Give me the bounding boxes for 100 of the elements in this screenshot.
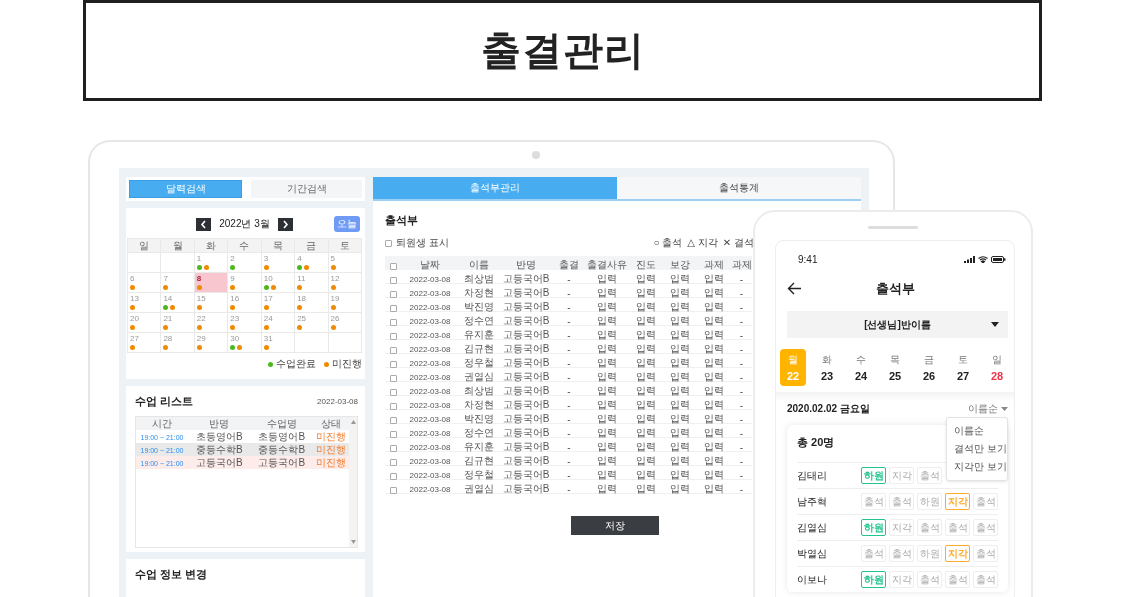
table-cell[interactable]: 입력: [629, 356, 663, 370]
table-cell[interactable]: 입력: [585, 286, 629, 300]
row-checkbox[interactable]: [389, 361, 397, 368]
weekday-button[interactable]: 수 24: [848, 349, 874, 386]
table-cell[interactable]: 입력: [629, 314, 663, 328]
menu-item[interactable]: 결석만 보기: [947, 440, 1007, 458]
table-cell[interactable]: 입력: [663, 328, 697, 342]
table-cell[interactable]: 입력: [697, 286, 731, 300]
row-checkbox[interactable]: [389, 319, 397, 326]
table-cell[interactable]: 입력: [585, 272, 629, 286]
row-checkbox[interactable]: [389, 347, 397, 354]
weekday-button[interactable]: 토 27: [950, 349, 976, 386]
table-cell[interactable]: 입력: [663, 440, 697, 454]
table-cell[interactable]: 입력: [585, 454, 629, 468]
table-cell[interactable]: 입력: [697, 384, 731, 398]
table-cell[interactable]: 입력: [663, 356, 697, 370]
table-cell[interactable]: 입력: [697, 314, 731, 328]
table-cell[interactable]: 입력: [663, 370, 697, 384]
table-cell[interactable]: 입력: [663, 412, 697, 426]
table-cell[interactable]: 입력: [585, 314, 629, 328]
table-cell[interactable]: 입력: [585, 468, 629, 482]
menu-item[interactable]: 지각만 보기: [947, 458, 1007, 476]
row-checkbox[interactable]: [389, 305, 397, 312]
weekday-button[interactable]: 일 28: [984, 349, 1010, 386]
table-cell[interactable]: 입력: [585, 328, 629, 342]
table-cell[interactable]: 입력: [629, 426, 663, 440]
table-cell[interactable]: 입력: [663, 314, 697, 328]
table-cell[interactable]: 입력: [585, 412, 629, 426]
select-all-checkbox[interactable]: [389, 263, 397, 270]
table-cell[interactable]: 입력: [585, 384, 629, 398]
table-cell[interactable]: 입력: [663, 342, 697, 356]
table-cell[interactable]: 입력: [697, 454, 731, 468]
table-cell[interactable]: 입력: [697, 426, 731, 440]
table-cell[interactable]: 입력: [697, 342, 731, 356]
table-cell[interactable]: 입력: [697, 328, 731, 342]
tab[interactable]: 기간검색: [251, 180, 362, 198]
row-checkbox[interactable]: [389, 403, 397, 410]
table-cell[interactable]: 입력: [629, 342, 663, 356]
row-checkbox[interactable]: [389, 291, 397, 298]
table-cell[interactable]: 입력: [697, 412, 731, 426]
table-cell[interactable]: 입력: [629, 272, 663, 286]
row-checkbox[interactable]: [389, 487, 397, 494]
tab[interactable]: 출석통계: [617, 177, 861, 199]
table-cell[interactable]: 입력: [663, 286, 697, 300]
table-cell[interactable]: 입력: [697, 370, 731, 384]
table-cell[interactable]: 입력: [629, 370, 663, 384]
table-cell[interactable]: 입력: [663, 454, 697, 468]
table-cell[interactable]: 입력: [629, 286, 663, 300]
table-cell[interactable]: 입력: [663, 272, 697, 286]
calendar-day[interactable]: 8: [194, 273, 228, 292]
next-month-button[interactable]: [277, 217, 293, 231]
table-cell[interactable]: 입력: [663, 398, 697, 412]
table-cell[interactable]: 입력: [629, 300, 663, 314]
sort-dropdown[interactable]: 이름순: [968, 402, 1008, 416]
weekday-button[interactable]: 목 25: [882, 349, 908, 386]
weekday-button[interactable]: 금 26: [916, 349, 942, 386]
table-cell[interactable]: 입력: [585, 356, 629, 370]
table-cell[interactable]: 입력: [585, 426, 629, 440]
class-dropdown[interactable]: [선생님]반이름: [787, 311, 1008, 338]
row-checkbox[interactable]: [389, 431, 397, 438]
table-cell[interactable]: 입력: [629, 454, 663, 468]
scrollbar[interactable]: [349, 417, 357, 547]
table-cell[interactable]: 입력: [663, 300, 697, 314]
previous-month-button[interactable]: [196, 217, 212, 231]
table-cell[interactable]: 입력: [585, 300, 629, 314]
table-cell[interactable]: 입력: [585, 482, 629, 496]
table-cell[interactable]: 입력: [697, 272, 731, 286]
table-cell[interactable]: 입력: [697, 468, 731, 482]
table-cell[interactable]: 입력: [629, 440, 663, 454]
row-checkbox[interactable]: [389, 277, 397, 284]
table-cell[interactable]: 입력: [697, 300, 731, 314]
table-cell[interactable]: 입력: [629, 384, 663, 398]
row-checkbox[interactable]: [389, 445, 397, 452]
table-cell[interactable]: 입력: [697, 398, 731, 412]
table-cell[interactable]: 입력: [697, 482, 731, 496]
table-cell[interactable]: 입력: [697, 440, 731, 454]
table-cell[interactable]: 입력: [585, 370, 629, 384]
table-cell[interactable]: 입력: [697, 356, 731, 370]
table-cell[interactable]: 입력: [663, 384, 697, 398]
table-cell[interactable]: 입력: [629, 482, 663, 496]
table-cell[interactable]: 입력: [663, 468, 697, 482]
table-cell[interactable]: 입력: [663, 426, 697, 440]
row-checkbox[interactable]: [389, 333, 397, 340]
scroll-up-icon[interactable]: [350, 420, 356, 424]
row-checkbox[interactable]: [389, 389, 397, 396]
table-cell[interactable]: 입력: [663, 482, 697, 496]
row-checkbox[interactable]: [389, 459, 397, 466]
scroll-down-icon[interactable]: [350, 540, 356, 544]
table-cell[interactable]: 입력: [585, 398, 629, 412]
row-checkbox[interactable]: [389, 375, 397, 382]
row-checkbox[interactable]: [389, 473, 397, 480]
row-checkbox[interactable]: [389, 417, 397, 424]
weekday-button[interactable]: 화 23: [814, 349, 840, 386]
table-cell[interactable]: 입력: [629, 398, 663, 412]
table-cell[interactable]: 입력: [629, 468, 663, 482]
table-cell[interactable]: 입력: [629, 412, 663, 426]
menu-item[interactable]: 이름순: [947, 422, 1007, 440]
checkbox[interactable]: [385, 239, 392, 247]
table-cell[interactable]: 입력: [585, 440, 629, 454]
back-arrow-icon[interactable]: [787, 282, 802, 295]
